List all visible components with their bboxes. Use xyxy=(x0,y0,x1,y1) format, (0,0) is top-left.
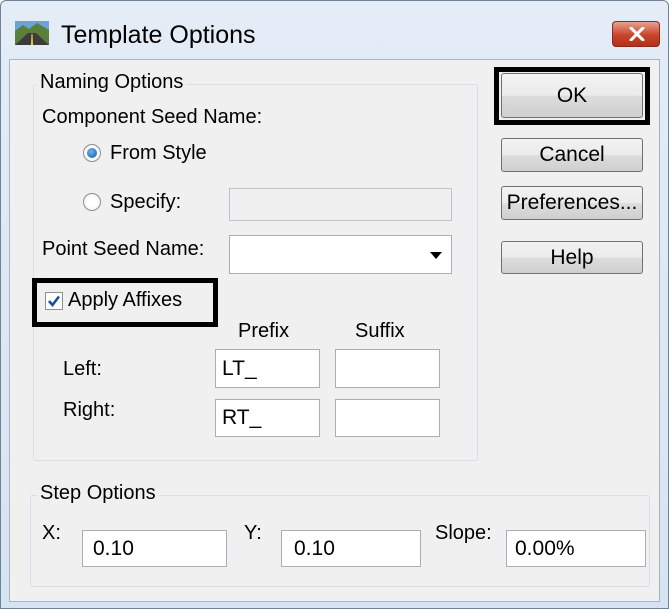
ok-label: OK xyxy=(556,84,588,107)
specify-radio[interactable] xyxy=(83,193,101,211)
x-field[interactable]: 0.10 xyxy=(82,530,227,567)
prefix-header: Prefix xyxy=(238,320,290,342)
right-label: Right: xyxy=(63,399,116,421)
slope-field[interactable]: 0.00% xyxy=(506,530,646,567)
right-prefix-field[interactable]: RT_ xyxy=(215,399,320,437)
help-label: Help xyxy=(550,246,594,269)
apply-affixes-label[interactable]: Apply Affixes xyxy=(68,289,182,312)
preferences-label: Preferences... xyxy=(506,191,638,214)
chevron-down-icon[interactable] xyxy=(430,252,442,259)
close-icon xyxy=(629,27,645,41)
check-mark-icon xyxy=(48,295,61,308)
close-button[interactable] xyxy=(612,21,660,47)
specify-field xyxy=(229,188,452,221)
left-prefix-field[interactable]: LT_ xyxy=(215,349,320,388)
cancel-button[interactable]: Cancel xyxy=(501,138,643,172)
preferences-button[interactable]: Preferences... xyxy=(501,186,643,220)
slope-label: Slope: xyxy=(435,522,492,544)
point-seed-label: Point Seed Name: xyxy=(42,238,205,260)
specify-label[interactable]: Specify: xyxy=(110,191,181,214)
x-label: X: xyxy=(42,522,61,544)
dialog-body: Naming Options Component Seed Name: From… xyxy=(9,59,660,602)
cancel-label: Cancel xyxy=(539,143,605,166)
from-style-radio[interactable] xyxy=(83,144,101,162)
ok-button[interactable]: OK xyxy=(501,73,643,118)
left-suffix-field[interactable] xyxy=(335,349,440,388)
point-seed-dropdown[interactable] xyxy=(229,235,452,274)
y-field[interactable]: 0.10 xyxy=(281,530,421,567)
y-label: Y: xyxy=(244,522,262,544)
window-title: Template Options xyxy=(61,21,256,49)
right-suffix-field[interactable] xyxy=(335,399,440,437)
title-bar[interactable]: Template Options xyxy=(1,1,668,59)
apply-affixes-checkbox[interactable] xyxy=(45,292,63,310)
suffix-header: Suffix xyxy=(355,320,405,342)
from-style-label[interactable]: From Style xyxy=(110,142,207,165)
road-template-icon xyxy=(15,21,49,45)
help-button[interactable]: Help xyxy=(501,241,643,274)
naming-options-legend: Naming Options xyxy=(37,71,187,94)
left-label: Left: xyxy=(63,358,102,380)
component-seed-label: Component Seed Name: xyxy=(42,106,263,128)
step-options-legend: Step Options xyxy=(37,482,159,505)
template-options-dialog: Template Options Naming Options Componen… xyxy=(0,0,669,609)
